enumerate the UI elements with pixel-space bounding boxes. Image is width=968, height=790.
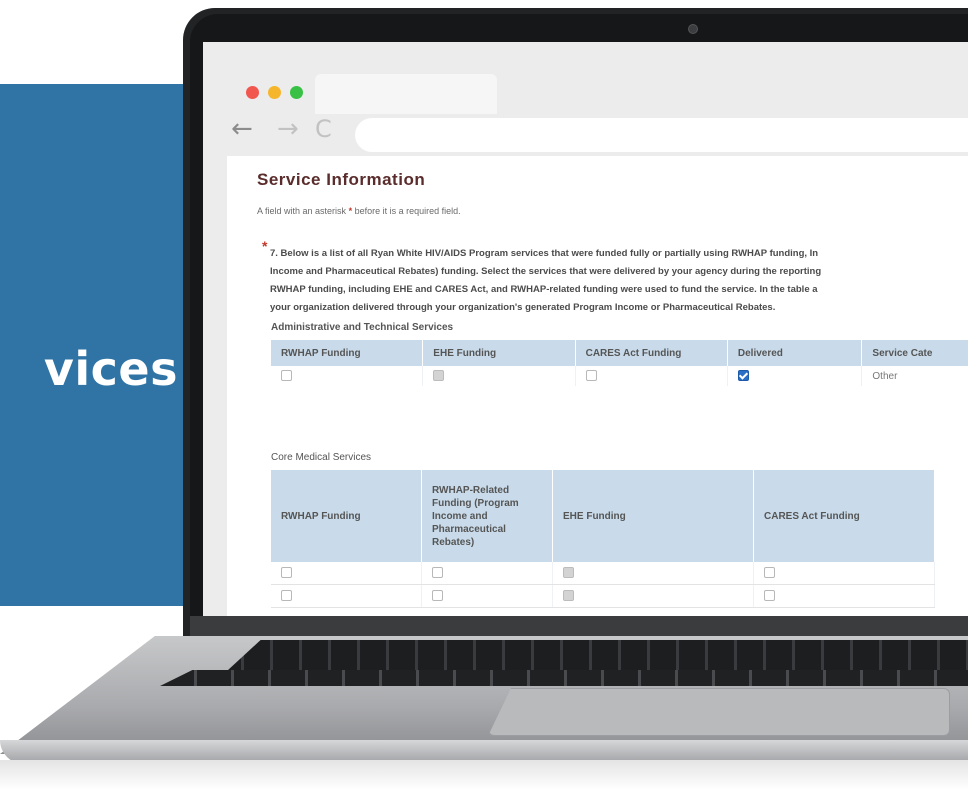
reload-icon[interactable]: C bbox=[315, 116, 332, 142]
service-category-value: Other bbox=[861, 366, 968, 386]
question-line: Income and Pharmaceutical Rebates) fundi… bbox=[270, 266, 822, 277]
table-cell bbox=[271, 584, 422, 608]
cares-act-funding-checkbox[interactable] bbox=[585, 370, 597, 382]
rwhap-funding-checkbox[interactable] bbox=[281, 590, 292, 602]
table-header-row: RWHAP Funding RWHAP-Related Funding (Pro… bbox=[271, 470, 935, 562]
trackpad bbox=[488, 688, 950, 736]
rwhap-related-funding-checkbox[interactable] bbox=[432, 590, 443, 602]
section-title-core-medical: Core Medical Services bbox=[271, 452, 372, 463]
slide-title-fragment: vices bbox=[43, 342, 178, 396]
core-medical-services-table: RWHAP Funding RWHAP-Related Funding (Pro… bbox=[271, 470, 935, 608]
address-bar[interactable] bbox=[355, 118, 968, 152]
required-asterisk-icon: * bbox=[348, 206, 353, 216]
table-cell bbox=[575, 366, 728, 386]
ehe-funding-checkbox bbox=[563, 567, 574, 579]
column-header: RWHAP Funding bbox=[271, 470, 422, 562]
table-cell bbox=[422, 366, 576, 386]
required-note-text-end: before it is a required field. bbox=[354, 206, 461, 216]
column-header: EHE Funding bbox=[552, 470, 754, 562]
maximize-window-button[interactable] bbox=[290, 86, 303, 99]
section-title-admin: Administrative and Technical Services bbox=[271, 322, 454, 333]
laptop-screen: ← → C Service Information A field with a… bbox=[203, 42, 968, 616]
column-header: CARES Act Funding bbox=[753, 470, 935, 562]
table-cell bbox=[271, 366, 424, 386]
browser-toolbar: ← → C bbox=[203, 42, 968, 156]
forward-arrow-icon[interactable]: → bbox=[277, 116, 299, 142]
table-cell bbox=[727, 366, 863, 386]
question-line: your organization delivered through your… bbox=[270, 302, 776, 313]
table-cell bbox=[552, 584, 754, 608]
column-header: RWHAP-Related Funding (Program Income an… bbox=[421, 470, 553, 562]
question-required-asterisk-icon: * bbox=[262, 238, 268, 254]
table-cell bbox=[421, 562, 553, 585]
back-arrow-icon[interactable]: ← bbox=[231, 116, 253, 142]
ehe-funding-checkbox bbox=[563, 590, 574, 602]
rwhap-funding-checkbox[interactable] bbox=[281, 567, 292, 579]
table-header-row: RWHAP Funding EHE Funding CARES Act Fund… bbox=[271, 340, 968, 366]
page-title: Service Information bbox=[257, 170, 426, 189]
browser-tab[interactable] bbox=[315, 74, 497, 114]
form-page: Service Information A field with an aste… bbox=[227, 156, 968, 616]
question-line: 7. Below is a list of all Ryan White HIV… bbox=[270, 248, 819, 259]
question-text: 7. Below is a list of all Ryan White HIV… bbox=[270, 245, 968, 317]
cares-act-funding-checkbox[interactable] bbox=[764, 567, 775, 579]
required-note-text: A field with an asterisk bbox=[257, 206, 347, 216]
cares-act-funding-checkbox[interactable] bbox=[764, 590, 775, 602]
table-cell bbox=[753, 584, 935, 608]
close-window-button[interactable] bbox=[246, 86, 259, 99]
rwhap-funding-checkbox[interactable] bbox=[281, 370, 292, 382]
admin-services-table: RWHAP Funding EHE Funding CARES Act Fund… bbox=[271, 340, 968, 386]
table-cell bbox=[552, 562, 754, 585]
column-header: Service Cate bbox=[861, 340, 968, 366]
rwhap-related-funding-checkbox[interactable] bbox=[432, 567, 443, 579]
table-row bbox=[271, 562, 935, 585]
column-header: RWHAP Funding bbox=[271, 340, 424, 366]
table-row: Other bbox=[271, 366, 968, 386]
column-header: EHE Funding bbox=[422, 340, 576, 366]
minimize-window-button[interactable] bbox=[268, 86, 281, 99]
floor-shadow bbox=[0, 760, 968, 790]
column-header: Delivered bbox=[727, 340, 863, 366]
delivered-checkbox[interactable] bbox=[737, 370, 749, 382]
keyboard-front-row bbox=[160, 670, 968, 686]
ehe-funding-checkbox bbox=[433, 370, 445, 382]
table-cell bbox=[421, 584, 553, 608]
table-row bbox=[271, 584, 935, 608]
column-header: CARES Act Funding bbox=[575, 340, 728, 366]
camera-icon bbox=[688, 24, 698, 34]
table-cell bbox=[753, 562, 935, 585]
question-line: RWHAP funding, including EHE and CARES A… bbox=[270, 284, 818, 295]
table-cell bbox=[271, 562, 422, 585]
required-field-note: A field with an asterisk * before it is … bbox=[257, 206, 461, 216]
